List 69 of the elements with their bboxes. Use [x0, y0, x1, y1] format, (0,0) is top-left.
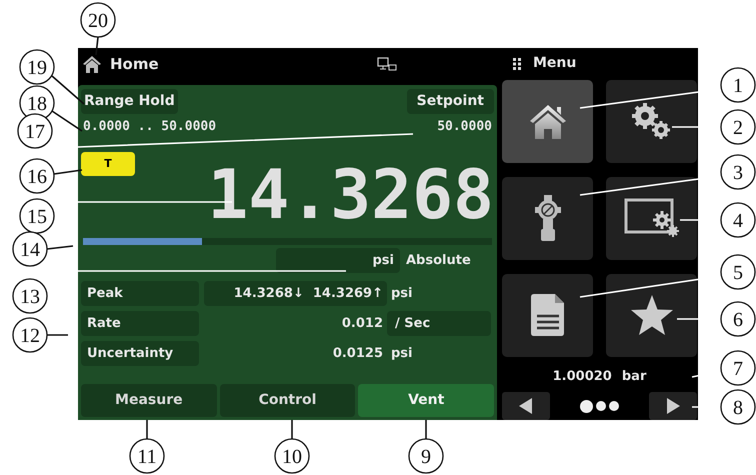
pressure-reading: 14.3268 — [207, 162, 494, 230]
callout-number: 4 — [720, 202, 756, 238]
leader-line — [146, 420, 148, 439]
screen-title: Home — [110, 54, 159, 74]
callout-number: 13 — [12, 278, 48, 314]
menu-tile[interactable] — [606, 274, 697, 356]
unit-selector[interactable]: / Sec — [387, 311, 491, 336]
connection-icon — [376, 56, 397, 71]
leader-line — [46, 245, 74, 250]
mode-tab[interactable]: Vent — [358, 384, 494, 417]
star-icon — [630, 294, 674, 336]
monitor-gears-icon — [624, 198, 680, 238]
barometer-value: 1.00020 — [552, 368, 612, 386]
leader-line — [95, 36, 99, 56]
callout-number: 6 — [720, 301, 756, 337]
callout-number: 8 — [720, 389, 756, 425]
leader-line — [47, 334, 68, 336]
callout-number: 3 — [720, 154, 756, 190]
callout-number: 10 — [274, 438, 310, 474]
menu-tile[interactable] — [502, 176, 593, 260]
callout-number: 1 — [720, 67, 756, 103]
range-hold-button[interactable]: Range Hold — [81, 88, 178, 114]
pressure-gauge-icon — [532, 195, 562, 241]
leader-line — [425, 420, 427, 439]
menu-label: Menu — [533, 54, 576, 74]
callout-number: 9 — [408, 438, 444, 474]
leader-line — [291, 420, 293, 439]
previous-button[interactable] — [502, 392, 550, 420]
mode-label: Absolute — [406, 252, 471, 270]
menu-tile[interactable] — [606, 176, 697, 260]
menu-tile[interactable] — [502, 274, 593, 356]
callout-number: 5 — [720, 254, 756, 290]
unit-selector[interactable]: psi — [276, 248, 400, 273]
callout-number: 12 — [12, 317, 48, 353]
value-selector[interactable]: 14.3268↓ 14.3269↑ — [204, 281, 387, 306]
leader-line — [51, 75, 85, 105]
row-unit: psi — [391, 344, 412, 363]
row-label[interactable]: Peak — [81, 281, 199, 306]
row-unit: psi — [391, 284, 412, 303]
row-value: 0.0125 — [332, 344, 384, 363]
right-triangle-icon — [666, 398, 680, 414]
setpoint-button[interactable]: Setpoint — [406, 88, 494, 114]
barometer-unit: bar — [622, 368, 646, 386]
callout-number: 19 — [19, 49, 55, 85]
row-label[interactable]: Rate — [81, 311, 199, 336]
callout-number: 20 — [80, 2, 116, 38]
callout-number: 14 — [12, 231, 48, 267]
menu-tile[interactable] — [502, 80, 593, 162]
document-icon — [530, 294, 564, 336]
callout-number: 16 — [19, 158, 55, 194]
setpoint-value: 50.0000 — [437, 118, 492, 136]
home-icon — [82, 54, 102, 74]
callout-number: 7 — [720, 350, 756, 386]
row-value: 0.012 — [340, 314, 384, 333]
left-triangle-icon — [519, 398, 533, 414]
callout-number: 11 — [129, 438, 165, 474]
range-text: 0.0000 .. 50.0000 — [83, 118, 216, 136]
callout-number: 2 — [720, 109, 756, 145]
next-button[interactable] — [649, 392, 697, 420]
unit-label: psi — [372, 252, 394, 270]
callout-number: 17 — [17, 113, 53, 149]
row-label[interactable]: Uncertainty — [81, 341, 199, 366]
mode-tab[interactable]: Control — [220, 384, 356, 417]
tare-badge: T — [81, 152, 135, 176]
grid-dots-icon — [513, 58, 521, 70]
callout-number: 15 — [19, 198, 55, 234]
menu-tile[interactable] — [606, 80, 697, 162]
mode-tab[interactable]: Measure — [81, 384, 217, 417]
leader-line — [54, 169, 82, 175]
